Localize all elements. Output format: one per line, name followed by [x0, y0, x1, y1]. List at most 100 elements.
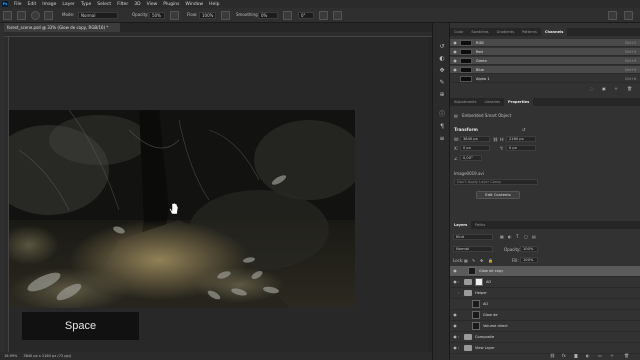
document-tab[interactable]: forest_scene.psd @ 33% (Glow de copy, RG… [4, 23, 120, 32]
visibility-eye-icon[interactable]: ◉ [452, 40, 458, 46]
new-channel-icon[interactable]: ＋ [614, 86, 618, 92]
pressure-size-icon[interactable] [319, 11, 328, 20]
reset-icon[interactable]: ↺ [522, 127, 525, 132]
menu-file[interactable]: File [14, 2, 22, 7]
fx-icon[interactable]: fx [562, 353, 566, 358]
lock-position-icon[interactable]: ✥ [480, 258, 483, 263]
visibility-eye-icon[interactable]: ◉ [452, 268, 458, 274]
filter-type-icon[interactable]: T [516, 234, 518, 239]
info-icon[interactable]: ⓘ [438, 111, 446, 118]
brush-settings-icon[interactable] [44, 11, 53, 20]
tab-libraries[interactable]: Libraries [481, 98, 505, 106]
tab-color[interactable]: Color [450, 28, 467, 36]
gear-icon[interactable] [283, 11, 292, 20]
y-field[interactable]: 0 px [506, 145, 536, 151]
tab-patterns[interactable]: Patterns [518, 28, 541, 36]
layer-row[interactable]: AO [450, 299, 640, 310]
lock-pixels-icon[interactable]: ▦ [464, 258, 468, 263]
adjustments-icon[interactable]: ◐ [438, 55, 446, 62]
width-field[interactable]: 3840 px [460, 136, 490, 142]
load-selection-icon[interactable]: ◌ [590, 86, 594, 91]
menu-filter[interactable]: Filter [117, 2, 128, 7]
symmetry-icon[interactable] [333, 11, 342, 20]
layer-opacity-field[interactable]: 100% [520, 246, 538, 252]
airbrush-icon[interactable] [221, 11, 230, 20]
tab-adjustments[interactable]: Adjustments [450, 98, 481, 106]
delete-channel-icon[interactable]: 🗑 [627, 86, 632, 91]
clone-source-icon[interactable]: ⊕ [438, 91, 446, 98]
menu-image[interactable]: Image [42, 2, 56, 7]
channel-row-rgb[interactable]: ◉ RGB Ctrl+2 [450, 39, 640, 47]
zoom-level[interactable]: 16.99% [4, 354, 17, 358]
layer-row[interactable]: ◉ Glow de [450, 310, 640, 321]
search-icon[interactable] [624, 11, 633, 20]
blend-mode-select[interactable]: Normal [453, 246, 493, 252]
visibility-eye-icon[interactable] [452, 76, 458, 82]
brush-preset-icon[interactable] [31, 11, 40, 20]
image-canvas[interactable] [9, 110, 355, 308]
lock-all-icon[interactable]: 🔒 [488, 258, 493, 263]
channel-row-blue[interactable]: ◉ Blue Ctrl+5 [450, 66, 640, 74]
brush-icon[interactable]: ✎ [438, 79, 446, 86]
new-group-icon[interactable]: ▭ [598, 353, 602, 358]
document-info[interactable]: 3840 px x 2160 px (72 ppi) [23, 354, 71, 358]
visibility-eye-icon[interactable]: ◉ [452, 49, 458, 55]
layer-comp-select[interactable]: Don't Apply Layer Comp [454, 179, 538, 185]
tab-paths[interactable]: Paths [471, 221, 489, 229]
menu-layer[interactable]: Layer [62, 2, 75, 7]
move-icon[interactable]: ✥ [438, 67, 446, 74]
channel-row-green[interactable]: ◉ Green Ctrl+4 [450, 57, 640, 65]
share-icon[interactable] [608, 11, 617, 20]
brush-tool-icon[interactable] [17, 11, 26, 20]
tab-gradients[interactable]: Gradients [493, 28, 519, 36]
visibility-eye-icon[interactable]: ◉ [452, 58, 458, 64]
new-adjustment-icon[interactable]: ◐ [586, 353, 590, 358]
paragraph-icon[interactable]: ≡ [438, 135, 446, 142]
edit-contents-button[interactable]: Edit Contents [476, 191, 520, 199]
tab-layers[interactable]: Layers [450, 221, 472, 229]
pressure-opacity-icon[interactable] [170, 11, 179, 20]
filter-smart-icon[interactable]: ▤ [532, 234, 536, 239]
filter-shape-icon[interactable]: ▢ [524, 234, 528, 239]
menu-window[interactable]: Window [185, 2, 203, 7]
text-icon[interactable]: ¶ [438, 123, 446, 130]
menu-edit[interactable]: Edit [28, 2, 37, 7]
filter-pixel-icon[interactable]: ▦ [500, 234, 504, 239]
link-icon[interactable]: ⛓ [493, 137, 498, 142]
tab-properties[interactable]: Properties [504, 98, 534, 106]
menu-3d[interactable]: 3D [134, 2, 140, 7]
visibility-eye-icon[interactable] [452, 301, 458, 307]
menu-plugins[interactable]: Plugins [163, 2, 179, 7]
channel-row-alpha[interactable]: Alpha 1 Ctrl+6 [450, 75, 640, 83]
visibility-eye-icon[interactable]: ◉ [452, 67, 458, 73]
layer-fill-field[interactable]: 100% [520, 257, 538, 263]
tab-channels[interactable]: Channels [540, 28, 568, 36]
smoothing-field[interactable]: 0% [258, 12, 278, 19]
menu-help[interactable]: Help [209, 2, 219, 7]
mode-select[interactable]: Normal [78, 12, 118, 19]
mask-thumbnail[interactable] [475, 278, 483, 286]
layer-row[interactable]: ◉ › AO [450, 277, 640, 288]
add-mask-icon[interactable]: ◙ [574, 353, 578, 358]
filter-adjustment-icon[interactable]: ◐ [508, 234, 512, 239]
menu-select[interactable]: Select [97, 2, 111, 7]
angle-field[interactable]: 0,00° [460, 155, 482, 161]
home-icon[interactable] [3, 11, 12, 20]
visibility-eye-icon[interactable]: ◉ [452, 323, 458, 329]
tab-swatches[interactable]: Swatches [467, 28, 492, 36]
layer-row[interactable]: ◉ Glow de copy [450, 266, 640, 277]
layer-row[interactable]: ◉ › Composite [450, 332, 640, 343]
layer-row[interactable]: ◉ Volume direct [450, 321, 640, 332]
x-field[interactable]: 0 px [460, 145, 490, 151]
history-icon[interactable]: ↺ [438, 43, 446, 50]
new-layer-icon[interactable]: ＋ [610, 353, 614, 359]
menu-type[interactable]: Type [81, 2, 91, 7]
angle-field[interactable]: 0° [298, 12, 314, 19]
save-selection-icon[interactable]: ▣ [602, 86, 606, 91]
menu-view[interactable]: View [147, 2, 158, 7]
link-layers-icon[interactable]: ⛓ [550, 353, 555, 358]
delete-layer-icon[interactable]: 🗑 [624, 353, 629, 358]
layer-row[interactable]: › Helper [450, 288, 640, 299]
height-field[interactable]: 2160 px [506, 136, 536, 142]
flow-field[interactable]: 100% [199, 12, 216, 19]
